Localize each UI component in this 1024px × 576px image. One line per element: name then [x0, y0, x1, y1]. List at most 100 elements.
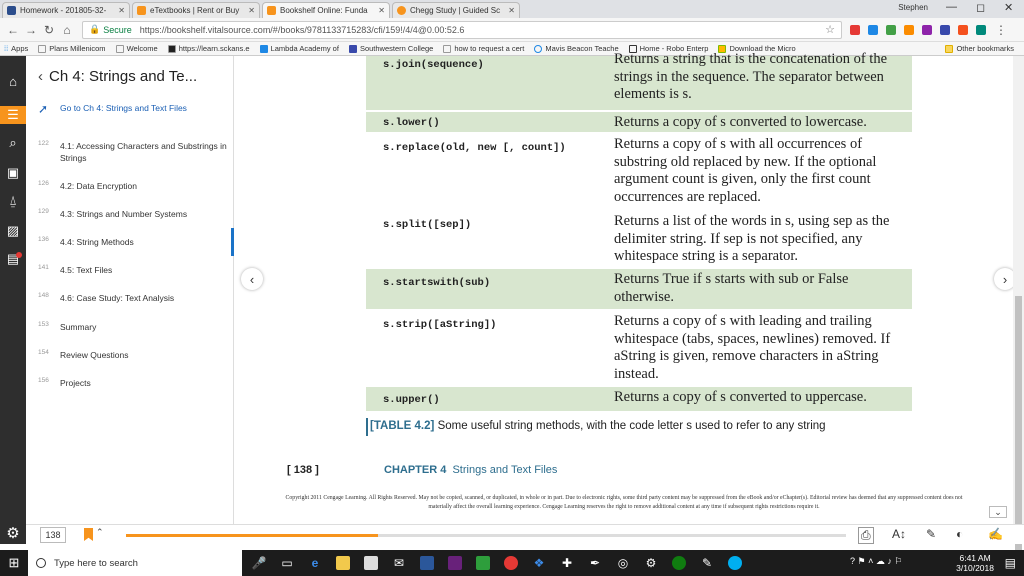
taskbar-clock[interactable]: 6:41 AM3/10/2018 — [956, 553, 994, 573]
taskbar-search-input[interactable]: Type here to search — [28, 550, 242, 576]
extension-icon[interactable] — [922, 25, 932, 35]
close-icon[interactable]: ✕ — [508, 6, 515, 15]
windows-start-icon[interactable]: ⊞ — [0, 555, 28, 571]
app-icon[interactable]: ✚ — [556, 552, 578, 574]
extension-icon[interactable] — [940, 25, 950, 35]
image-icon[interactable]: ▨ — [4, 222, 22, 240]
highlighter-icon[interactable]: ✎ — [926, 527, 936, 541]
method-description: Returns a copy of s converted to upperca… — [606, 387, 904, 411]
dropbox-icon[interactable]: ❖ — [528, 552, 550, 574]
media-icon[interactable]: ◎ — [612, 552, 634, 574]
other-bookmarks[interactable]: Other bookmarks — [945, 44, 1014, 53]
maximize-icon[interactable]: ◻ — [976, 1, 985, 14]
flashcards-icon[interactable]: ▣ — [4, 164, 22, 182]
search-icon[interactable]: ⌕ — [4, 134, 22, 152]
toc-item[interactable]: 1414.5: Text Files — [26, 264, 234, 276]
window-user-name[interactable]: Stephen — [898, 3, 928, 12]
bookmark-item[interactable]: Welcome — [116, 44, 158, 53]
close-icon[interactable]: ✕ — [378, 6, 385, 15]
task-view-icon[interactable]: ▭ — [276, 552, 298, 574]
skype-icon[interactable] — [724, 552, 746, 574]
dark-mode-icon[interactable]: ◐ — [956, 527, 963, 541]
bookmark-item[interactable]: how to request a cert — [443, 44, 524, 53]
home-icon[interactable]: ⌂ — [4, 72, 22, 90]
home-icon[interactable]: ⌂ — [58, 23, 76, 37]
table-of-contents-panel: ‹Ch 4: Strings and Te... ➚Go to Ch 4: St… — [26, 56, 234, 524]
toc-item[interactable]: 1264.2: Data Encryption — [26, 180, 234, 192]
vertical-scrollbar[interactable] — [1013, 56, 1024, 524]
edit-note-icon[interactable]: ✍ — [988, 527, 1003, 541]
browser-tab[interactable]: eTextbooks | Rent or Buy✕ — [132, 2, 260, 18]
method-description: Returns True if s starts with sub or Fal… — [606, 269, 904, 309]
tab-favicon-icon — [7, 6, 16, 15]
edge-browser-icon[interactable]: e — [304, 552, 326, 574]
mail-icon[interactable]: ✉ — [388, 552, 410, 574]
visual-studio-icon[interactable] — [444, 552, 466, 574]
new-tab-button[interactable] — [522, 2, 548, 18]
table-of-contents-icon[interactable]: ☰ — [0, 106, 26, 124]
vs-code-icon[interactable] — [472, 552, 494, 574]
toc-item[interactable]: 1294.3: Strings and Number Systems — [26, 208, 234, 220]
bookmark-star-icon[interactable]: ☆ — [825, 23, 835, 36]
chevron-up-icon[interactable]: ⌃ — [96, 527, 104, 538]
extension-icon[interactable] — [976, 25, 986, 35]
table-row: s.lower() Returns a copy of s converted … — [366, 112, 912, 132]
minimize-icon[interactable]: — — [946, 1, 957, 13]
extension-icon[interactable] — [958, 25, 968, 35]
store-icon[interactable] — [360, 552, 382, 574]
close-window-icon[interactable]: ✕ — [1004, 1, 1013, 14]
chrome-icon[interactable] — [500, 552, 522, 574]
print-icon[interactable]: ⎙ — [858, 527, 874, 544]
gear-app-icon[interactable]: ⚙ — [640, 552, 662, 574]
back-arrow-icon[interactable]: ← — [4, 23, 22, 37]
bookmark-item[interactable]: Southwestern College — [349, 44, 433, 53]
bookmark-item[interactable]: Plans Millenicom — [38, 44, 105, 53]
extension-icon[interactable] — [904, 25, 914, 35]
bookmark-ribbon-icon[interactable] — [84, 528, 93, 541]
scroll-down-button[interactable]: ⌄ — [989, 506, 1007, 518]
bookmark-item[interactable]: ⁞⁞Apps — [4, 44, 28, 53]
close-icon[interactable]: ✕ — [248, 6, 255, 15]
xbox-icon[interactable] — [668, 552, 690, 574]
settings-gear-icon[interactable]: ⚙ — [0, 524, 26, 544]
extension-icon[interactable] — [886, 25, 896, 35]
browser-tab-active[interactable]: Bookshelf Online: Funda✕ — [262, 2, 390, 18]
extension-icon[interactable] — [868, 25, 878, 35]
browser-tab[interactable]: Chegg Study | Guided Sc✕ — [392, 2, 520, 18]
apps-grid-icon: ⁞⁞ — [4, 44, 8, 53]
forward-arrow-icon[interactable]: → — [22, 23, 40, 37]
reading-progress-fill — [126, 534, 378, 537]
chevron-left-icon[interactable]: ‹ — [38, 68, 43, 85]
toc-item[interactable]: 1484.6: Case Study: Text Analysis — [26, 292, 234, 304]
microphone-icon[interactable]: 🎤 — [248, 552, 270, 574]
action-center-icon[interactable]: ▤ — [1005, 556, 1016, 570]
page-number-input[interactable]: 138 — [40, 527, 66, 543]
reading-progress-slider[interactable] — [126, 534, 846, 537]
pen-icon[interactable]: ✒ — [584, 552, 606, 574]
toc-title[interactable]: ‹Ch 4: Strings and Te... — [38, 68, 197, 85]
url-input[interactable]: 🔒 Secure https://bookshelf.vitalsource.c… — [82, 21, 842, 39]
toc-goto-chapter[interactable]: ➚Go to Ch 4: Strings and Text Files — [26, 102, 234, 116]
extension-icon[interactable] — [850, 25, 860, 35]
toc-item[interactable]: 156Projects — [26, 377, 234, 389]
file-explorer-icon[interactable] — [332, 552, 354, 574]
globe-icon — [534, 45, 542, 53]
chevron-left-icon: ‹ — [250, 272, 254, 287]
reload-icon[interactable]: ↻ — [40, 23, 58, 37]
toc-item[interactable]: 1224.1: Accessing Characters and Substri… — [26, 140, 234, 164]
toc-item[interactable]: 153Summary — [26, 321, 234, 333]
text-size-icon[interactable]: A↕ — [892, 527, 906, 541]
method-signature: s.startswith(sub) — [366, 269, 606, 309]
system-tray-icons[interactable]: ? ⚑ ˄ ☁ ♪ ⚐ — [850, 556, 902, 567]
browser-tab[interactable]: Homework - 201805-32-✕ — [2, 2, 130, 18]
pencil-icon[interactable]: ✎ — [696, 552, 718, 574]
close-icon[interactable]: ✕ — [118, 6, 125, 15]
previous-page-button[interactable]: ‹ — [241, 268, 263, 290]
word-icon[interactable] — [416, 552, 438, 574]
menu-kebab-icon[interactable]: ⋮ — [992, 23, 1010, 37]
flask-icon[interactable]: ⍙ — [4, 192, 22, 210]
bookmark-item[interactable]: https://learn.sckans.e — [168, 44, 250, 53]
toc-item-selected[interactable]: 1364.4: String Methods — [26, 236, 234, 248]
toc-item[interactable]: 154Review Questions — [26, 349, 234, 361]
bookmark-item[interactable]: Lambda Academy of — [260, 44, 339, 53]
